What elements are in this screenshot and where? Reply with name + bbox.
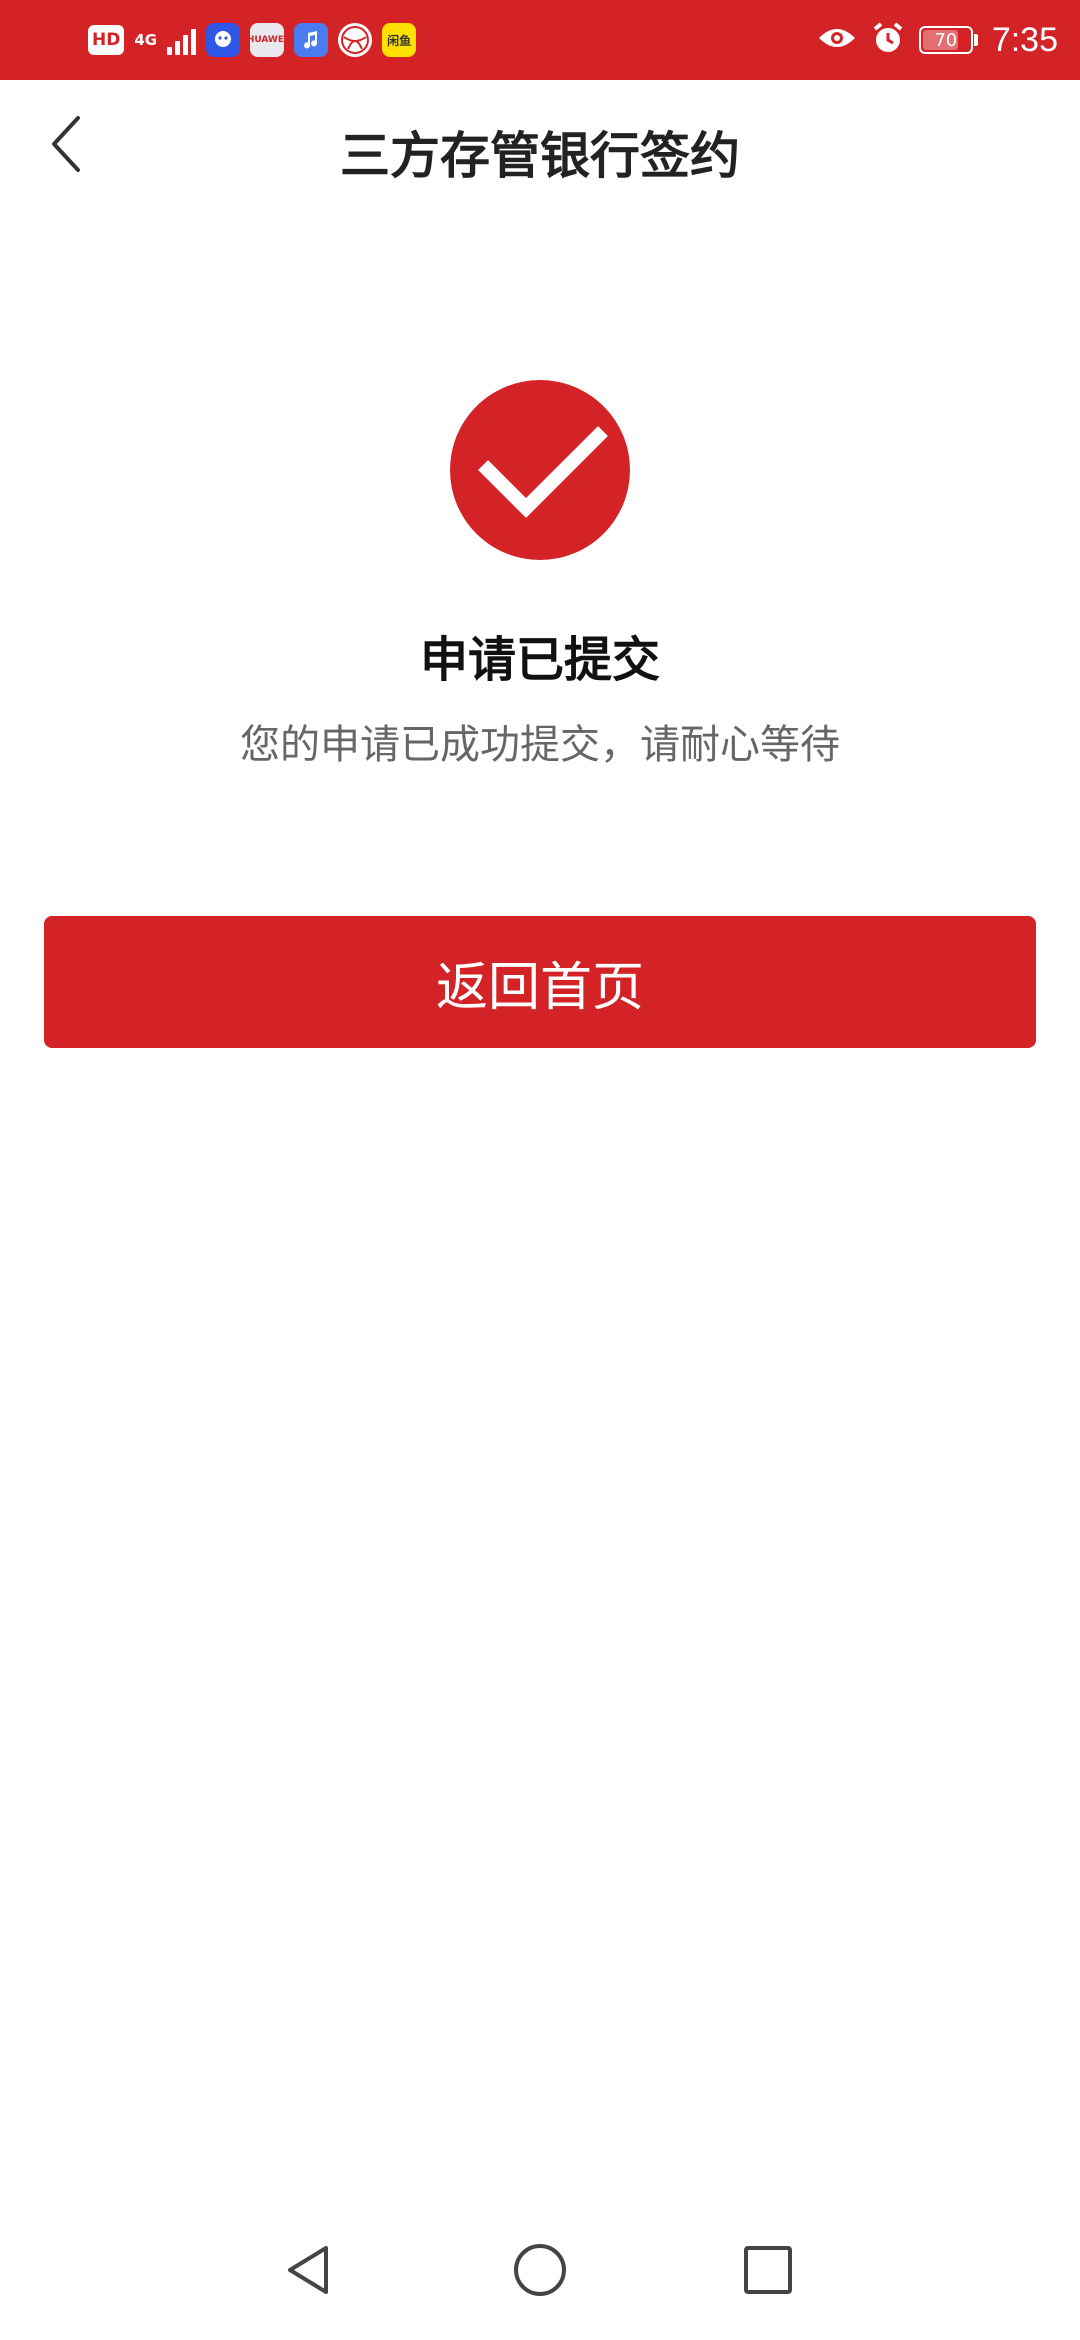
xianyu-icon: 闲鱼 <box>382 23 417 57</box>
alarm-icon <box>871 21 905 59</box>
circle-home-icon <box>514 2244 566 2296</box>
signal-strength-icon <box>167 25 197 55</box>
music-icon <box>294 23 329 57</box>
system-back-button[interactable] <box>278 2238 342 2302</box>
page-title: 三方存管银行签约 <box>340 127 740 185</box>
status-bar-right: 70 7:35 <box>817 18 1058 62</box>
eye-comfort-icon <box>817 24 857 56</box>
nav-bar: 三方存管银行签约 <box>0 80 1080 212</box>
status-time: 7:35 <box>991 20 1058 59</box>
status-bar-left: HD 4G HUAWEI 闲鱼 <box>88 18 417 62</box>
system-nav-bar <box>0 2200 1080 2340</box>
browser-icon <box>338 23 373 57</box>
return-home-button[interactable]: 返回首页 <box>44 916 1036 1048</box>
battery-icon: 70 <box>918 26 978 54</box>
result-description: 您的申请已成功提交，请耐心等待 <box>240 722 840 768</box>
qq-icon <box>206 23 241 57</box>
hd-icon: HD <box>88 25 125 55</box>
result-title: 申请已提交 <box>419 632 660 688</box>
status-bar: HD 4G HUAWEI 闲鱼 70 7:35 <box>0 0 1080 80</box>
system-recents-button[interactable] <box>736 2238 800 2302</box>
huawei-store-icon: HUAWEI <box>247 23 287 57</box>
square-recents-icon <box>744 2246 792 2294</box>
triangle-back-icon <box>288 2246 328 2294</box>
battery-level: 70 <box>934 29 958 51</box>
system-home-button[interactable] <box>508 2238 572 2302</box>
network-type-label: 4G <box>134 31 158 49</box>
success-check-icon <box>450 380 630 560</box>
